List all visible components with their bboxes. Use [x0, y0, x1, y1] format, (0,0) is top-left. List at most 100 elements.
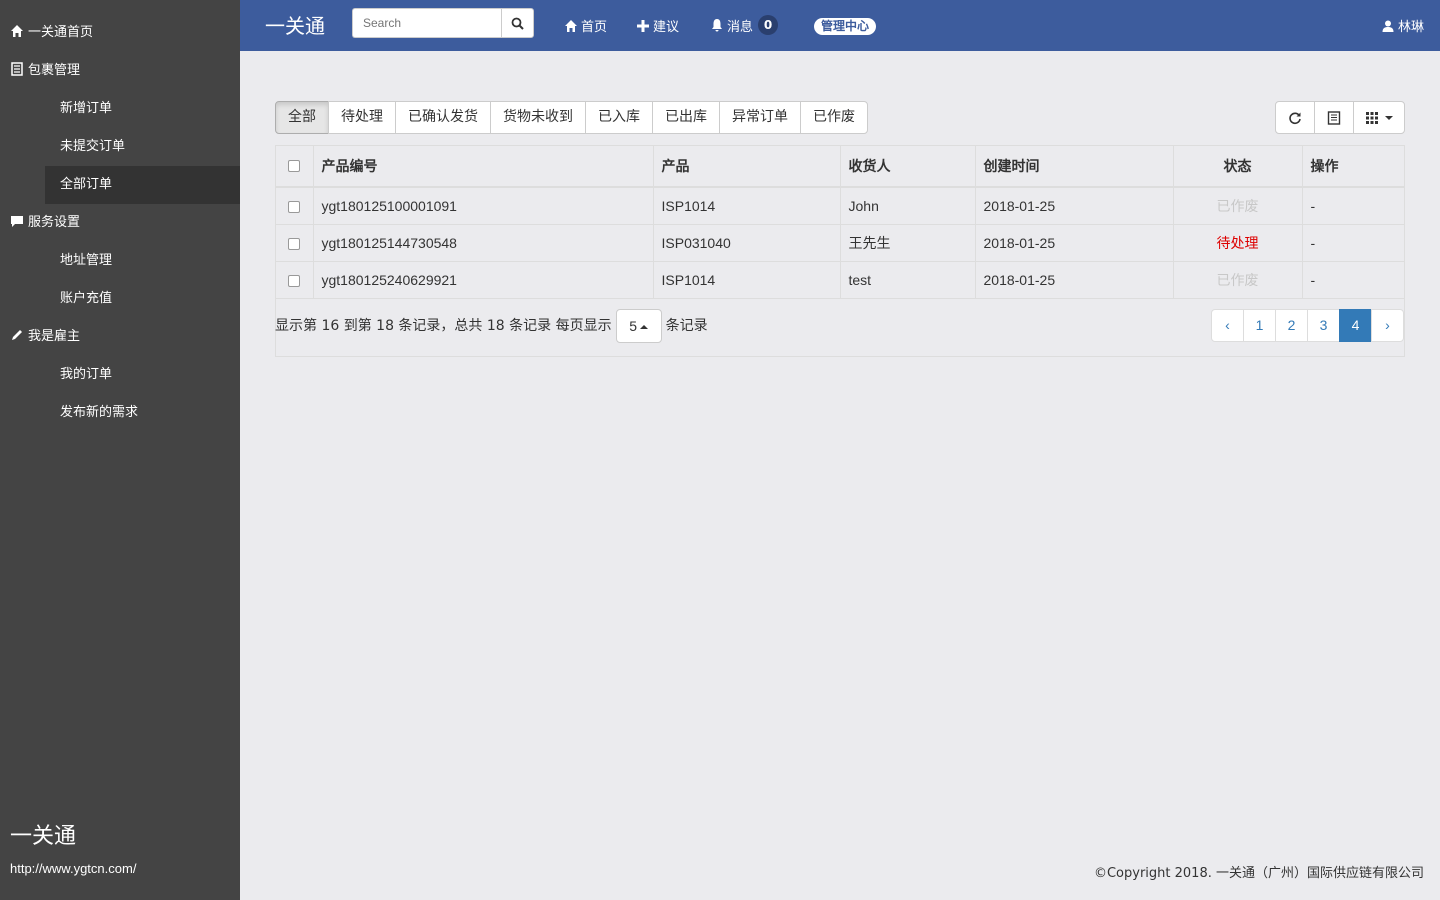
- pagination: ‹ 1 2 3 4 ›: [1211, 309, 1404, 342]
- home-icon: [565, 19, 577, 32]
- pagination-info: 显示第 16 到第 18 条记录，总共 18 条记录 每页显示 5 条记录: [275, 309, 708, 343]
- cell-receiver: John: [840, 187, 976, 225]
- filter-confirmed-shipment[interactable]: 已确认发货: [395, 101, 491, 134]
- cell-product: ISP1014: [653, 261, 841, 299]
- column-header-code[interactable]: 产品编号: [313, 146, 654, 188]
- navbar-brand[interactable]: 一关通: [265, 10, 325, 39]
- order-status-filter: 全部 待处理 已确认发货 货物未收到 已入库 已出库 异常订单 已作废: [275, 101, 868, 134]
- page-prev[interactable]: ‹: [1211, 309, 1244, 342]
- cell-status: 已作废: [1173, 261, 1303, 299]
- filter-shipped-out[interactable]: 已出库: [652, 101, 720, 134]
- sidebar-item-post-request[interactable]: 发布新的需求: [0, 394, 240, 432]
- bell-icon: [712, 19, 722, 32]
- page-1[interactable]: 1: [1243, 309, 1276, 342]
- filter-pending[interactable]: 待处理: [328, 101, 396, 134]
- cell-created: 2018-01-25: [975, 224, 1174, 262]
- sidebar-item-unsubmitted-orders[interactable]: 未提交订单: [0, 128, 240, 166]
- page-2[interactable]: 2: [1275, 309, 1308, 342]
- column-header-receiver[interactable]: 收货人: [840, 146, 976, 188]
- page-size-select[interactable]: 5: [615, 309, 662, 343]
- column-header-product[interactable]: 产品: [653, 146, 841, 188]
- sidebar-item-home[interactable]: 一关通首页: [0, 14, 240, 52]
- sidebar-item-label: 我是雇主: [28, 329, 81, 344]
- filter-voided[interactable]: 已作废: [800, 101, 868, 134]
- refresh-icon: [1289, 111, 1301, 124]
- cell-action: -: [1302, 187, 1404, 225]
- page-3[interactable]: 3: [1307, 309, 1340, 342]
- page-4-current[interactable]: 4: [1339, 309, 1372, 342]
- cell-product: ISP1014: [653, 187, 841, 225]
- search-button[interactable]: [501, 8, 534, 38]
- pagination-info-suffix: 条记录: [665, 318, 708, 334]
- sidebar-item-address-management[interactable]: 地址管理: [0, 242, 240, 280]
- sidebar-item-label: 未提交订单: [60, 139, 126, 154]
- column-header-action[interactable]: 操作: [1302, 146, 1404, 188]
- toggle-view-button[interactable]: [1314, 101, 1354, 134]
- columns-dropdown[interactable]: [1353, 101, 1405, 134]
- cell-code: ygt180125144730548: [313, 224, 654, 262]
- sidebar-item-label: 新增订单: [60, 101, 113, 116]
- sidebar-url[interactable]: http://www.ygtcn.com/: [10, 861, 136, 876]
- nav-home[interactable]: 首页: [564, 16, 607, 35]
- sidebar-item-label: 一关通首页: [28, 25, 94, 40]
- cell-receiver: test: [840, 261, 976, 299]
- page-next[interactable]: ›: [1371, 309, 1404, 342]
- filter-abnormal[interactable]: 异常订单: [719, 101, 801, 134]
- sidebar-item-my-orders[interactable]: 我的订单: [0, 356, 240, 394]
- sidebar-item-label: 全部订单: [60, 177, 113, 192]
- cell-code: ygt180125100001091: [313, 187, 654, 225]
- sidebar-item-label: 地址管理: [60, 253, 113, 268]
- pencil-icon: [12, 330, 22, 340]
- table-header-row: 产品编号 产品 收货人 创建时间 状态 操作: [276, 146, 1404, 188]
- nav-suggest[interactable]: 建议: [636, 16, 679, 35]
- top-navbar: 一关通 首页 建议 消息 0 管理中心 林琳: [240, 0, 1440, 51]
- grid-icon: [1365, 111, 1378, 124]
- sidebar-item-new-order[interactable]: 新增订单: [0, 90, 240, 128]
- sidebar-item-account-recharge[interactable]: 账户充值: [0, 280, 240, 318]
- message-count-badge: 0: [758, 15, 779, 35]
- sidebar-item-label: 账户充值: [60, 291, 113, 306]
- sidebar: 一关通首页 包裹管理 新增订单 未提交订单 全部订单 服务设置 地址管理 账户充…: [0, 0, 240, 900]
- cell-status: 已作废: [1173, 187, 1303, 225]
- sidebar-brand: 一关通: [10, 824, 77, 849]
- row-checkbox[interactable]: [288, 237, 301, 250]
- row-checkbox[interactable]: [288, 201, 301, 214]
- orders-table: 产品编号 产品 收货人 创建时间 状态 操作 ygt18012510000109…: [276, 146, 1404, 299]
- nav-suggest-label: 建议: [653, 20, 680, 35]
- row-select-cell: [276, 224, 314, 262]
- sidebar-item-employer[interactable]: 我是雇主: [0, 318, 240, 356]
- caret-up-icon: [639, 324, 648, 329]
- sidebar-item-service-settings[interactable]: 服务设置: [0, 204, 240, 242]
- user-menu[interactable]: 林琳: [1381, 16, 1424, 35]
- sidebar-item-label: 发布新的需求: [60, 405, 139, 420]
- select-all-checkbox[interactable]: [288, 160, 301, 172]
- cell-created: 2018-01-25: [975, 261, 1174, 299]
- row-select-cell: [276, 261, 314, 299]
- filter-goods-not-received[interactable]: 货物未收到: [490, 101, 586, 134]
- admin-center-link[interactable]: 管理中心: [814, 18, 877, 35]
- refresh-button[interactable]: [1275, 101, 1315, 134]
- list-icon: [11, 62, 23, 76]
- cell-action: -: [1302, 261, 1404, 299]
- comment-icon: [11, 216, 23, 227]
- column-header-status[interactable]: 状态: [1173, 146, 1303, 188]
- cell-receiver: 王先生: [840, 224, 976, 262]
- select-all-cell: [276, 146, 314, 188]
- footer-copyright: ©Copyright 2018. 一关通（广州）国际供应链有限公司: [1093, 866, 1424, 881]
- home-icon: [11, 25, 23, 37]
- sidebar-item-package-management[interactable]: 包裹管理: [0, 52, 240, 90]
- sidebar-item-label: 我的订单: [60, 367, 113, 382]
- filter-all[interactable]: 全部: [275, 101, 329, 134]
- row-select-cell: [276, 187, 314, 225]
- search-input[interactable]: [352, 8, 501, 38]
- user-icon: [1382, 20, 1394, 32]
- search-icon: [511, 17, 524, 30]
- list-alt-icon: [1327, 110, 1341, 125]
- row-checkbox[interactable]: [288, 274, 301, 287]
- filter-stored[interactable]: 已入库: [585, 101, 653, 134]
- nav-messages[interactable]: 消息 0: [710, 15, 779, 35]
- table-tools: [1275, 101, 1405, 134]
- sidebar-item-all-orders[interactable]: 全部订单: [45, 166, 240, 204]
- page-size-value: 5: [629, 318, 637, 334]
- column-header-created[interactable]: 创建时间: [975, 146, 1174, 188]
